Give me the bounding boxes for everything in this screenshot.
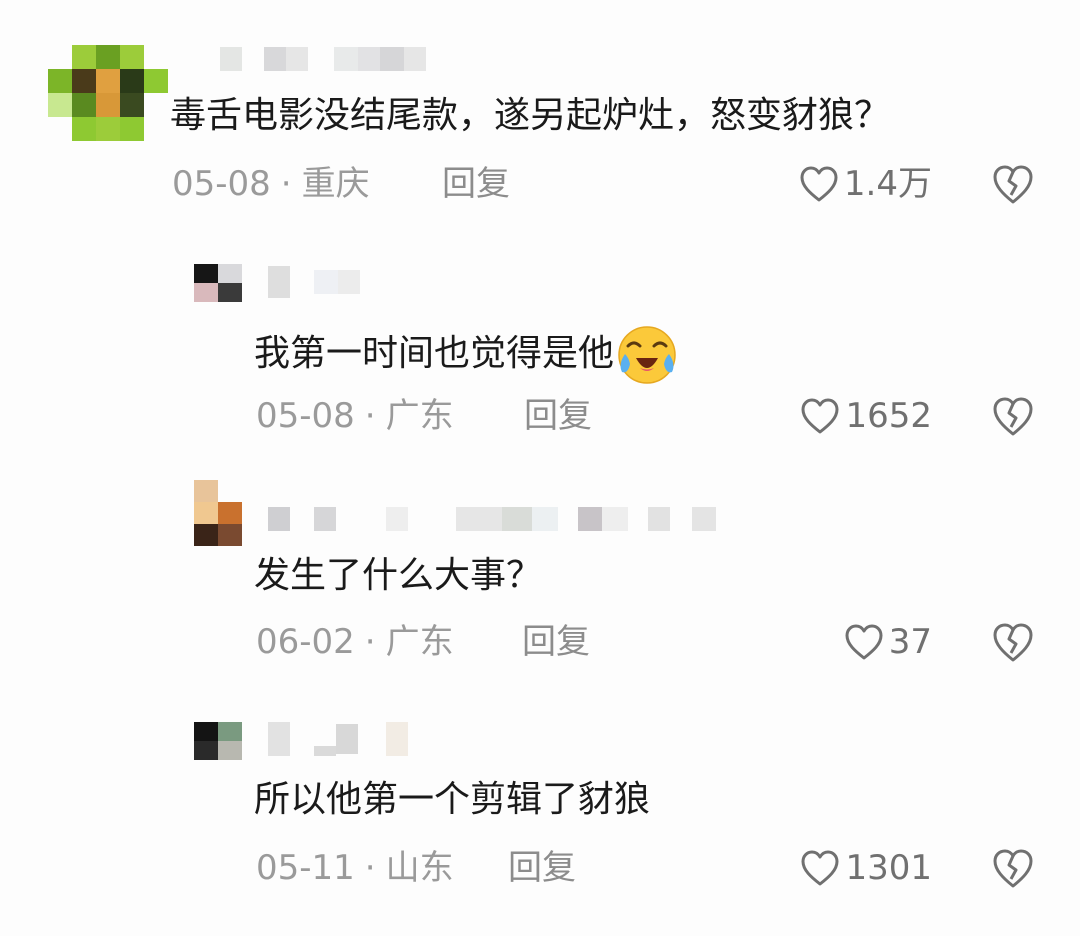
username-blurred[interactable]: [220, 46, 426, 72]
like-count: 1.4万: [843, 164, 932, 204]
comment-meta: 05-11 · 山东: [256, 848, 454, 888]
meta-separator: ·: [364, 848, 376, 888]
comment-location: 广东: [385, 622, 454, 662]
broken-heart-icon[interactable]: [990, 162, 1036, 206]
broken-heart-icon[interactable]: [990, 846, 1036, 890]
comment-meta: 06-02 · 广东: [256, 622, 454, 662]
like-button[interactable]: 1301: [799, 846, 932, 890]
comment-meta: 05-08 · 广东: [256, 396, 454, 436]
avatar[interactable]: [48, 45, 168, 141]
reply-button[interactable]: 回复: [524, 396, 592, 436]
comment-location: 广东: [385, 396, 454, 436]
meta-separator: ·: [364, 396, 376, 436]
reply-item: 所以他第一个剪辑了豺狼 05-11 · 山东 回复 1301: [0, 690, 1080, 936]
username-blurred[interactable]: [268, 506, 716, 532]
like-count: 1301: [845, 848, 932, 888]
crying-laughing-emoji: [618, 326, 676, 384]
heart-outline-icon: [801, 398, 839, 434]
like-count: 37: [888, 622, 932, 662]
username-blurred[interactable]: [268, 266, 360, 298]
comment-meta: 05-08 · 重庆: [172, 164, 370, 204]
broken-heart-icon[interactable]: [990, 394, 1036, 438]
comment-location: 山东: [385, 848, 454, 888]
username-blurred[interactable]: [268, 722, 408, 756]
reply-button[interactable]: 回复: [508, 848, 576, 888]
heart-outline-icon: [800, 166, 838, 202]
avatar[interactable]: [194, 722, 242, 760]
comment-location: 重庆: [301, 164, 370, 204]
comment-text: 毒舌电影没结尾款，遂另起炉灶，怒变豺狼？: [170, 95, 891, 136]
comment-text: 我第一时间也觉得是他: [254, 324, 678, 386]
reply-button[interactable]: 回复: [522, 622, 590, 662]
avatar[interactable]: [194, 480, 242, 546]
like-button[interactable]: 1.4万: [798, 162, 932, 206]
comment-date: 06-02: [256, 622, 355, 662]
like-count: 1652: [845, 396, 932, 436]
like-button[interactable]: 1652: [799, 394, 932, 438]
comment-date: 05-11: [256, 848, 355, 888]
comment-text: 发生了什么大事？: [254, 555, 543, 596]
comment-text-content: 我第一时间也觉得是他: [254, 333, 615, 374]
like-button[interactable]: 37: [843, 620, 932, 664]
meta-separator: ·: [364, 622, 376, 662]
reply-item: 发生了什么大事？ 06-02 · 广东 回复 37: [0, 460, 1080, 690]
comment-thread: 毒舌电影没结尾款，遂另起炉灶，怒变豺狼？ 05-08·重庆 回复 1.4万: [0, 0, 1080, 936]
meta-separator: ·: [280, 164, 292, 204]
comment-date: 05-08: [172, 164, 271, 204]
heart-outline-icon: [801, 850, 839, 886]
comment-text: 所以他第一个剪辑了豺狼: [254, 779, 651, 820]
comment-item: 毒舌电影没结尾款，遂另起炉灶，怒变豺狼？ 05-08 · 重庆 回复 1.4万: [0, 0, 1080, 230]
comment-date: 05-08: [256, 396, 355, 436]
reply-button[interactable]: 回复: [442, 164, 510, 204]
avatar[interactable]: [194, 264, 242, 302]
reply-item: 我第一时间也觉得是他 05-08 · 广东 回复 1652: [0, 230, 1080, 460]
heart-outline-icon: [845, 624, 883, 660]
broken-heart-icon[interactable]: [990, 620, 1036, 664]
